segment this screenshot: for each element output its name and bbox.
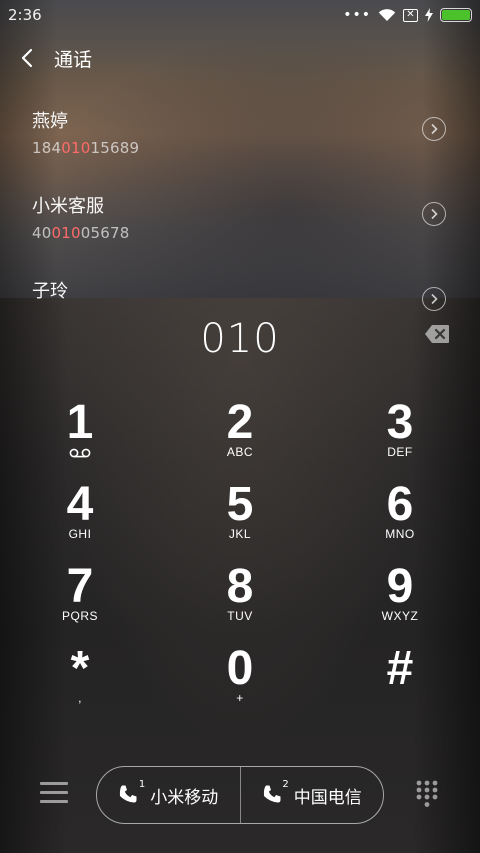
chevron-right-icon — [431, 123, 438, 135]
back-button[interactable] — [0, 38, 50, 78]
battery-icon — [440, 8, 472, 22]
status-icons: ••• ✕ — [343, 8, 472, 22]
status-bar: 2:36 ••• ✕ — [0, 0, 480, 30]
no-sim-icon: ✕ — [403, 8, 418, 22]
key-9[interactable]: 9 WXYZ — [320, 562, 480, 644]
sim-label: 中国电信 — [293, 787, 362, 808]
key-digit: 3 — [386, 396, 414, 449]
key-digit: 1 — [66, 396, 94, 449]
key-letters: PQRS — [61, 609, 98, 623]
call-sim1-button[interactable]: 1 小米移动 — [97, 767, 240, 823]
matched-digits: 010 — [61, 139, 91, 157]
phone-icon: 2 — [262, 779, 289, 806]
page-title: 通话 — [54, 48, 93, 71]
call-sim2-button[interactable]: 2 中国电信 — [239, 767, 384, 823]
contact-name: 小米客服 — [32, 196, 104, 217]
key-0[interactable]: 0 + — [160, 644, 320, 726]
battery-level — [442, 10, 470, 20]
key-digit: 2 — [226, 396, 254, 449]
contact-item[interactable]: 燕婷 18401015689 — [0, 95, 480, 180]
key-4[interactable]: 4 GHI — [0, 480, 160, 562]
key-digit: 0 — [226, 642, 254, 695]
key-digit: # — [386, 642, 414, 695]
backspace-icon — [425, 325, 449, 343]
key-letters: WXYZ — [381, 609, 419, 623]
contact-detail-button[interactable] — [422, 117, 446, 141]
key-star[interactable]: * , — [0, 644, 160, 726]
header: 通话 — [0, 38, 480, 78]
contact-number: 18401015689 — [32, 139, 140, 157]
key-letters: ABC — [226, 445, 254, 459]
sim-number: 1 — [138, 779, 146, 790]
key-digit: 5 — [226, 478, 254, 531]
back-arrow-icon — [21, 48, 33, 68]
key-7[interactable]: 7 PQRS — [0, 562, 160, 644]
key-digit: * — [70, 642, 90, 695]
key-digit: 9 — [386, 560, 414, 613]
status-time: 2:36 — [8, 6, 42, 24]
sim-number: 2 — [282, 779, 289, 790]
charging-icon — [425, 8, 433, 22]
key-letters: , — [78, 691, 82, 705]
key-digit: 6 — [386, 478, 414, 531]
key-letters: + — [236, 691, 244, 705]
key-digit: 8 — [226, 560, 254, 613]
voicemail-icon — [69, 448, 91, 458]
menu-button[interactable] — [40, 782, 68, 806]
sim-call-buttons: 1 小米移动 2 中国电信 — [96, 766, 384, 824]
contact-item[interactable]: 小米客服 4001005678 — [0, 180, 480, 265]
sim-label: 小米移动 — [150, 787, 219, 808]
key-3[interactable]: 3 DEF — [320, 398, 480, 480]
matched-digits: 010 — [51, 224, 81, 242]
more-dots-icon: ••• — [343, 7, 371, 23]
key-digit: 4 — [66, 478, 94, 531]
contact-number: 4001005678 — [32, 224, 130, 242]
key-1[interactable]: 1 — [0, 398, 160, 480]
contact-detail-button[interactable] — [422, 202, 446, 226]
chevron-right-icon — [431, 208, 438, 220]
hide-keypad-button[interactable] — [416, 780, 438, 808]
key-2[interactable]: 2 ABC — [160, 398, 320, 480]
key-digit: 7 — [66, 560, 94, 613]
key-hash[interactable]: # — [320, 644, 480, 726]
key-letters: DEF — [387, 445, 413, 459]
dial-panel: 010 1 2 ABC 3 DEF 4 GHI 5 JKL 6 MNO 7 PQ… — [0, 298, 480, 853]
key-letters: MNO — [385, 527, 415, 541]
key-6[interactable]: 6 MNO — [320, 480, 480, 562]
wifi-icon — [378, 9, 396, 21]
key-letters: GHI — [68, 527, 92, 541]
key-5[interactable]: 5 JKL — [160, 480, 320, 562]
backspace-button[interactable] — [424, 324, 450, 344]
menu-icon — [40, 782, 68, 785]
phone-icon: 1 — [118, 779, 145, 806]
dialed-number: 010 — [200, 316, 280, 362]
key-letters: JKL — [228, 527, 252, 541]
keypad: 1 2 ABC 3 DEF 4 GHI 5 JKL 6 MNO 7 PQRS 8… — [0, 398, 480, 726]
key-8[interactable]: 8 TUV — [160, 562, 320, 644]
dialpad-icon — [416, 780, 438, 807]
contact-name: 燕婷 — [32, 111, 68, 132]
bottom-bar: 1 小米移动 2 中国电信 — [0, 766, 480, 824]
key-letters: TUV — [227, 609, 253, 623]
